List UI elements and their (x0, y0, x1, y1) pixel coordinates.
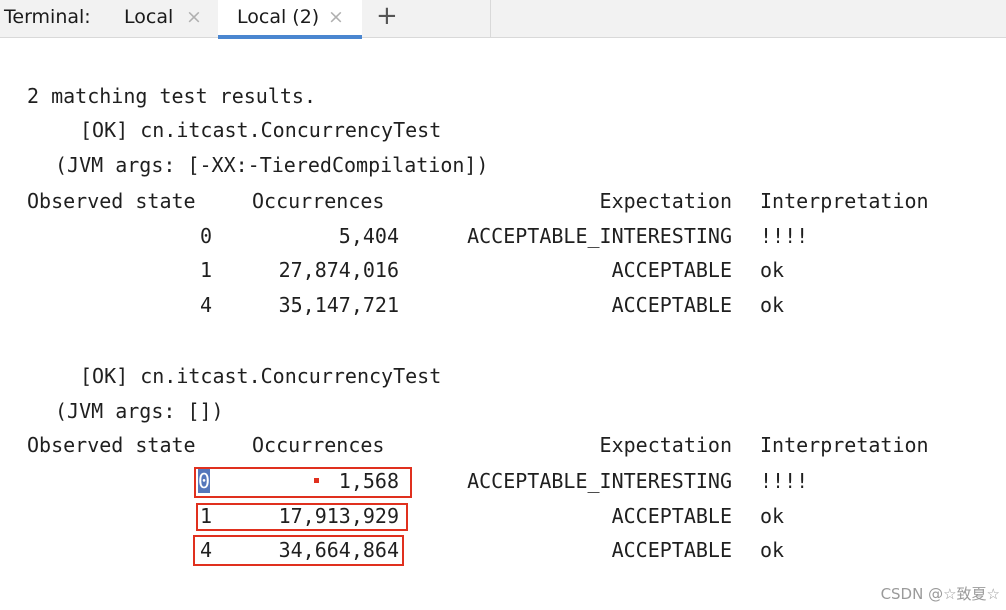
interpretation: !!!! (760, 469, 809, 493)
observed-state: 1 (199, 258, 212, 282)
interpretation: ok (760, 538, 785, 562)
tabbar-divider (490, 0, 491, 38)
expectation: ACCEPTABLE (611, 504, 732, 528)
watermark: CSDN @☆致夏☆ (880, 585, 1000, 603)
highlight-box (193, 535, 404, 566)
terminal-tabbar: Terminal: Local × Local (2) × + (0, 0, 1006, 39)
expectation: ACCEPTABLE (611, 538, 732, 562)
expectation: ACCEPTABLE (611, 258, 732, 282)
close-icon[interactable]: × (186, 6, 202, 28)
header-expectation: Expectation (599, 189, 732, 213)
ok-line: [OK] cn.itcast.ConcurrencyTest (80, 364, 442, 388)
interpretation: !!!! (760, 224, 809, 248)
header-interpretation: Interpretation (760, 189, 929, 213)
highlight-box (194, 467, 412, 498)
header-occurrences: Occurrences (252, 189, 385, 213)
interpretation: ok (760, 504, 785, 528)
expectation: ACCEPTABLE_INTERESTING (467, 469, 732, 493)
interpretation: ok (760, 258, 785, 282)
tab-local-2-label: Local (2) (237, 6, 320, 28)
occurrences: 27,874,016 (278, 258, 399, 282)
tab-local-label: Local (124, 6, 174, 28)
header-observed-state: Observed state (27, 189, 196, 213)
terminal-output[interactable]: 2 matching test results. [OK] cn.itcast.… (0, 38, 1006, 610)
observed-state: 4 (199, 293, 212, 317)
header-occurrences: Occurrences (252, 433, 385, 457)
terminal-label: Terminal: (4, 6, 91, 28)
observed-state: 0 (199, 224, 212, 248)
occurrences: 35,147,721 (278, 293, 399, 317)
close-icon[interactable]: × (328, 6, 344, 28)
ok-line: [OK] cn.itcast.ConcurrencyTest (80, 118, 442, 142)
header-interpretation: Interpretation (760, 433, 929, 457)
tab-local-2[interactable]: Local (2) × (218, 0, 362, 39)
add-tab-icon[interactable]: + (376, 1, 398, 31)
highlight-box (196, 503, 408, 531)
expectation: ACCEPTABLE (611, 293, 732, 317)
header-observed-state: Observed state (27, 433, 196, 457)
jvm-args-line: (JVM args: [-XX:-TieredCompilation]) (55, 153, 489, 177)
summary-line: 2 matching test results. (27, 84, 316, 108)
header-expectation: Expectation (599, 433, 732, 457)
expectation: ACCEPTABLE_INTERESTING (467, 224, 732, 248)
cursor-mark (314, 478, 319, 483)
occurrences: 5,404 (338, 224, 399, 248)
interpretation: ok (760, 293, 785, 317)
jvm-args-line: (JVM args: []) (55, 399, 224, 423)
tab-local[interactable]: Local × (110, 0, 210, 38)
